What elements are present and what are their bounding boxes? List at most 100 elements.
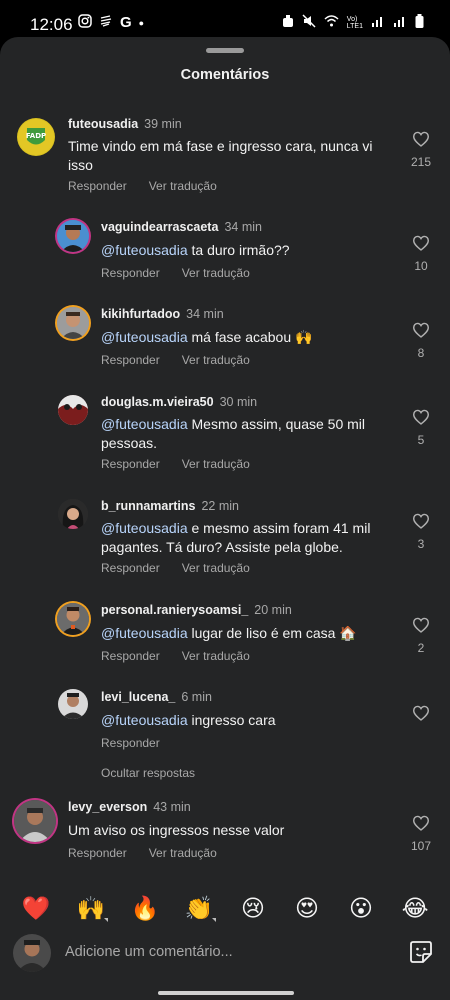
heart-icon[interactable] xyxy=(412,815,430,831)
mention-link[interactable]: @futeousadia xyxy=(101,520,188,536)
mention-link[interactable]: @futeousadia xyxy=(101,242,188,258)
mention-link[interactable]: @futeousadia xyxy=(101,416,188,432)
comment-time: 43 min xyxy=(153,800,191,814)
comment-time: 30 min xyxy=(219,395,258,409)
avatar[interactable] xyxy=(58,499,88,529)
comment-body: ingresso cara xyxy=(191,712,276,728)
username-text[interactable]: b_runnamartins xyxy=(101,499,195,513)
translate-button[interactable]: Ver tradução xyxy=(182,266,250,280)
system-icons: Vo) LTE1 xyxy=(282,14,424,31)
username-text[interactable]: levy_everson xyxy=(68,800,147,814)
comment-username[interactable]: futeousadia 39 min xyxy=(68,117,182,131)
reply-button[interactable]: Responder xyxy=(101,457,160,471)
sticker-icon[interactable] xyxy=(409,940,433,964)
emoji-heart-eyes[interactable]: 😍 xyxy=(292,894,322,922)
like-button[interactable]: 8 xyxy=(406,322,436,360)
mention-link[interactable]: @futeousadia xyxy=(101,329,188,345)
comment-time: 34 min xyxy=(224,220,262,234)
emoji-glyph[interactable]: 👏 xyxy=(185,895,214,921)
reply-button[interactable]: Responder xyxy=(101,649,160,663)
comment-text: @futeousadia ta duro irmão?? xyxy=(101,241,391,260)
avatar[interactable] xyxy=(58,395,88,425)
translate-button[interactable]: Ver tradução xyxy=(149,846,217,860)
like-count: 215 xyxy=(410,155,432,169)
volte-icon: Vo) LTE1 xyxy=(346,15,363,30)
like-count: 2 xyxy=(417,641,425,655)
username-text[interactable]: futeousadia xyxy=(68,117,138,131)
like-button[interactable]: 10 xyxy=(406,235,436,273)
heart-icon[interactable] xyxy=(412,409,430,425)
comment-actions: Responder Ver tradução xyxy=(101,649,272,663)
comment-time: 6 min xyxy=(181,690,212,704)
avatar[interactable]: FADP xyxy=(17,118,55,156)
comment-username[interactable]: personal.ranierysoamsi_ 20 min xyxy=(101,603,292,617)
reply-button[interactable]: Responder xyxy=(68,846,127,860)
avatar[interactable] xyxy=(57,220,89,252)
emoji-clapping[interactable]: 👏 xyxy=(184,894,216,922)
emoji-crying[interactable]: 😢 xyxy=(238,894,268,922)
comments-sheet: Comentários FADP futeousadia 39 min Time … xyxy=(0,37,450,1000)
translate-button[interactable]: Ver tradução xyxy=(182,457,250,471)
emoji-glyph[interactable]: 🙌 xyxy=(77,895,106,921)
comment-username[interactable]: vaguindearrascaeta 34 min xyxy=(101,220,262,234)
reply-button[interactable]: Responder xyxy=(101,353,160,367)
emoji-fire[interactable]: 🔥 xyxy=(130,894,160,922)
comment-actions: Responder Ver tradução xyxy=(101,266,272,280)
alarm-icon xyxy=(282,14,294,31)
mention-link[interactable]: @futeousadia xyxy=(101,712,188,728)
emoji-heart[interactable]: ❤️ xyxy=(21,894,51,922)
comment-input[interactable]: Adicione um comentário... xyxy=(65,944,233,960)
translate-button[interactable]: Ver tradução xyxy=(182,353,250,367)
reply-button[interactable]: Responder xyxy=(101,561,160,575)
username-text[interactable]: douglas.m.vieira50 xyxy=(101,395,214,409)
home-indicator[interactable] xyxy=(158,991,294,995)
comment-time: 39 min xyxy=(144,117,182,131)
like-button[interactable] xyxy=(406,705,436,726)
heart-icon[interactable] xyxy=(412,131,430,147)
skin-tone-indicator xyxy=(104,918,108,922)
comment-username[interactable]: douglas.m.vieira50 30 min xyxy=(101,395,257,409)
heart-icon[interactable] xyxy=(412,705,430,721)
sheet-title: Comentários xyxy=(180,67,270,83)
heart-icon[interactable] xyxy=(412,235,430,251)
comment-username[interactable]: b_runnamartins 22 min xyxy=(101,499,239,513)
comment-time: 34 min xyxy=(186,307,224,321)
avatar[interactable] xyxy=(14,800,56,842)
current-user-avatar xyxy=(13,934,51,972)
drag-handle[interactable] xyxy=(206,48,244,53)
username-text[interactable]: levi_lucena_ xyxy=(101,690,175,704)
like-button[interactable]: 215 xyxy=(406,131,436,169)
reply-button[interactable]: Responder xyxy=(101,266,160,280)
reply-button[interactable]: Responder xyxy=(68,179,127,193)
like-button[interactable]: 3 xyxy=(406,513,436,551)
hide-replies-button[interactable]: Ocultar respostas xyxy=(101,766,195,780)
heart-icon[interactable] xyxy=(412,513,430,529)
translate-button[interactable]: Ver tradução xyxy=(149,179,217,193)
mention-link[interactable]: @futeousadia xyxy=(101,625,188,641)
emoji-surprised[interactable]: 😮 xyxy=(346,894,376,922)
comment-username[interactable]: levi_lucena_ 6 min xyxy=(101,690,212,704)
like-count: 5 xyxy=(417,433,425,447)
comment-username[interactable]: levy_everson 43 min xyxy=(68,800,191,814)
avatar[interactable] xyxy=(57,603,89,635)
avatar[interactable] xyxy=(58,689,88,719)
avatar[interactable] xyxy=(57,307,89,339)
username-text[interactable]: vaguindearrascaeta xyxy=(101,220,218,234)
emoji-bar: ❤️ 🙌 🔥 👏 😢 😍 😮 😂 xyxy=(0,894,450,924)
like-button[interactable]: 5 xyxy=(406,409,436,447)
like-button[interactable]: 107 xyxy=(406,815,436,853)
username-text[interactable]: personal.ranierysoamsi_ xyxy=(101,603,248,617)
like-button[interactable]: 2 xyxy=(406,617,436,655)
username-text[interactable]: kikihfurtadoo xyxy=(101,307,180,321)
reply-button[interactable]: Responder xyxy=(101,736,160,750)
heart-icon[interactable] xyxy=(412,617,430,633)
emoji-raised-hands[interactable]: 🙌 xyxy=(76,894,108,922)
comment-actions: Responder Ver tradução xyxy=(68,846,239,860)
comment-time: 22 min xyxy=(201,499,239,513)
heart-icon[interactable] xyxy=(412,322,430,338)
like-count: 8 xyxy=(417,346,425,360)
translate-button[interactable]: Ver tradução xyxy=(182,649,250,663)
comment-username[interactable]: kikihfurtadoo 34 min xyxy=(101,307,224,321)
translate-button[interactable]: Ver tradução xyxy=(182,561,250,575)
emoji-laughing[interactable]: 😂 xyxy=(400,894,430,922)
